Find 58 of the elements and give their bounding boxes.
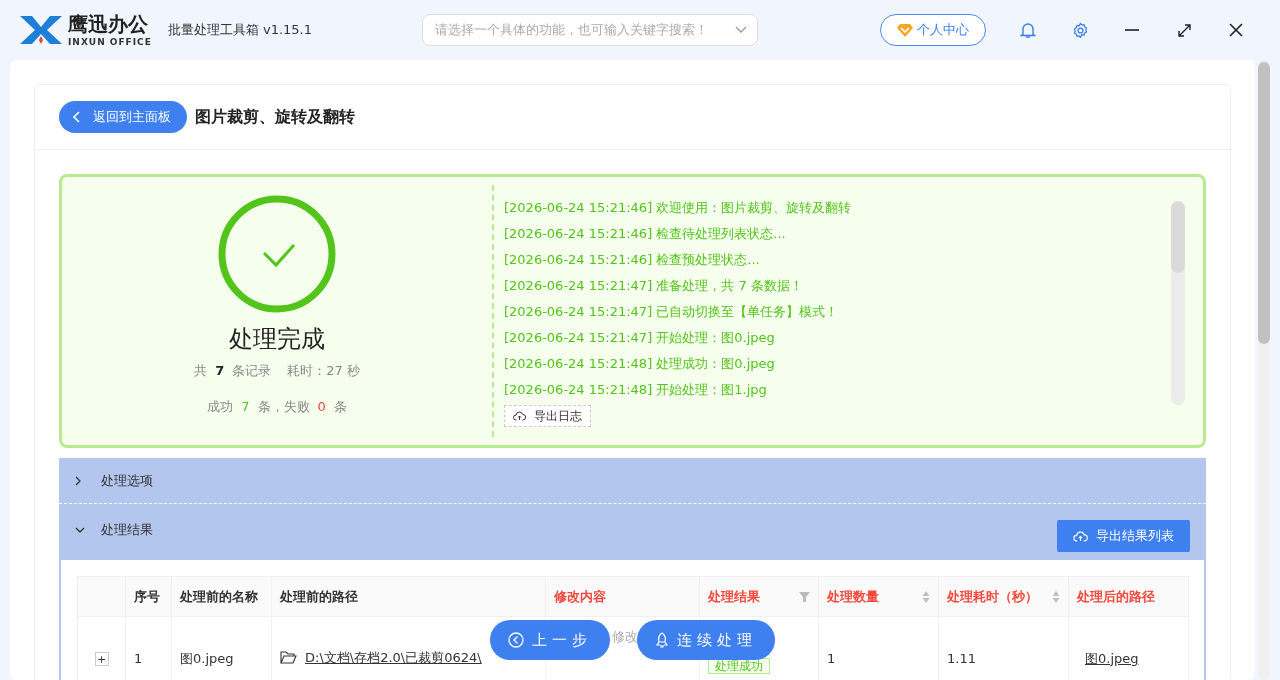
column-header[interactable]: 处理前的路径 — [280, 586, 358, 607]
sort-icon[interactable] — [1052, 589, 1060, 604]
summary-text: 共 — [194, 362, 208, 380]
status-title: 处理完成 — [229, 324, 325, 355]
log-line: [2026-06-24 15:21:47] 已自动切换至【单任务】模式！ — [504, 304, 839, 319]
scrollbar-thumb[interactable] — [1171, 201, 1185, 273]
folder-icon[interactable] — [280, 650, 297, 664]
settings-icon[interactable] — [1071, 21, 1089, 39]
logo-text: 鹰迅办公 — [68, 13, 149, 34]
page-title: 图片裁剪、旋转及翻转 — [195, 106, 355, 128]
previous-step-button[interactable]: 上一步 — [490, 620, 610, 660]
table-cell: 图0.jpeg — [180, 650, 234, 666]
log-line: [2026-06-24 15:21:48] 开始处理：图1.jpg — [504, 382, 767, 397]
section-header[interactable]: 处理结果 — [101, 520, 153, 540]
total-count: 7 — [215, 362, 225, 380]
file-link[interactable]: 图0.jpeg — [1085, 650, 1139, 666]
cloud-upload-icon — [1073, 530, 1088, 542]
continue-button[interactable]: 连续处理 — [637, 620, 775, 660]
filter-icon[interactable] — [799, 591, 810, 602]
back-button[interactable]: 返回到主面板 — [59, 101, 187, 133]
table-cell: 1 — [134, 650, 143, 666]
section-header[interactable]: 处理选项 — [101, 470, 153, 491]
log-line: [2026-06-24 15:21:46] 检查预处理状态... — [504, 252, 760, 267]
app-title: 批量处理工具箱 v1.15.1 — [167, 21, 313, 40]
export-results-button[interactable]: 导出结果列表 — [1057, 520, 1190, 552]
result-text: 条 — [333, 397, 347, 416]
expand-row-button[interactable]: + — [94, 652, 109, 667]
logo-subtitle: INXUN OFFICE — [68, 37, 152, 47]
circle-arrow-left-icon — [508, 632, 524, 648]
result-text: 条，失败 — [257, 397, 310, 416]
log-line: [2026-06-24 15:21:46] 欢迎使用：图片裁剪、旋转及翻转 — [504, 200, 852, 215]
logo-icon — [18, 14, 64, 46]
log-line: [2026-06-24 15:21:46] 检查待处理列表状态... — [504, 226, 786, 241]
log-line: [2026-06-24 15:21:47] 准备处理，共 7 条数据！ — [504, 278, 803, 293]
maximize-icon[interactable] — [1177, 23, 1191, 37]
bell-icon[interactable] — [1020, 21, 1036, 39]
summary-text: 条记录 — [232, 362, 272, 380]
log-line: [2026-06-24 15:21:48] 处理成功：图0.jpeg — [504, 356, 775, 371]
cloud-upload-icon — [513, 411, 526, 421]
failed-count: 0 — [317, 397, 326, 416]
minimize-icon[interactable] — [1125, 29, 1139, 31]
chevron-left-icon — [73, 111, 81, 123]
success-count: 7 — [241, 397, 250, 416]
rocket-icon — [655, 632, 669, 648]
table-cell: 修改 — [612, 629, 638, 644]
chevron-down-icon — [735, 26, 748, 34]
scrollbar-thumb[interactable] — [1258, 62, 1270, 344]
user-center-button[interactable]: 个人中心 — [880, 14, 986, 46]
log-line: [2026-06-24 15:21:47] 开始处理：图0.jpeg — [504, 330, 775, 345]
sort-icon[interactable] — [922, 589, 930, 604]
close-icon[interactable] — [1229, 23, 1243, 37]
column-header[interactable]: 修改内容 — [554, 586, 606, 607]
result-text: 成功 — [207, 397, 234, 416]
table-cell: 1 — [827, 650, 836, 666]
diamond-icon — [897, 23, 913, 37]
elapsed-time: 耗时：27 秒 — [287, 362, 360, 380]
table-cell: 1.11 — [947, 650, 976, 666]
export-log-button[interactable]: 导出日志 — [504, 405, 591, 427]
